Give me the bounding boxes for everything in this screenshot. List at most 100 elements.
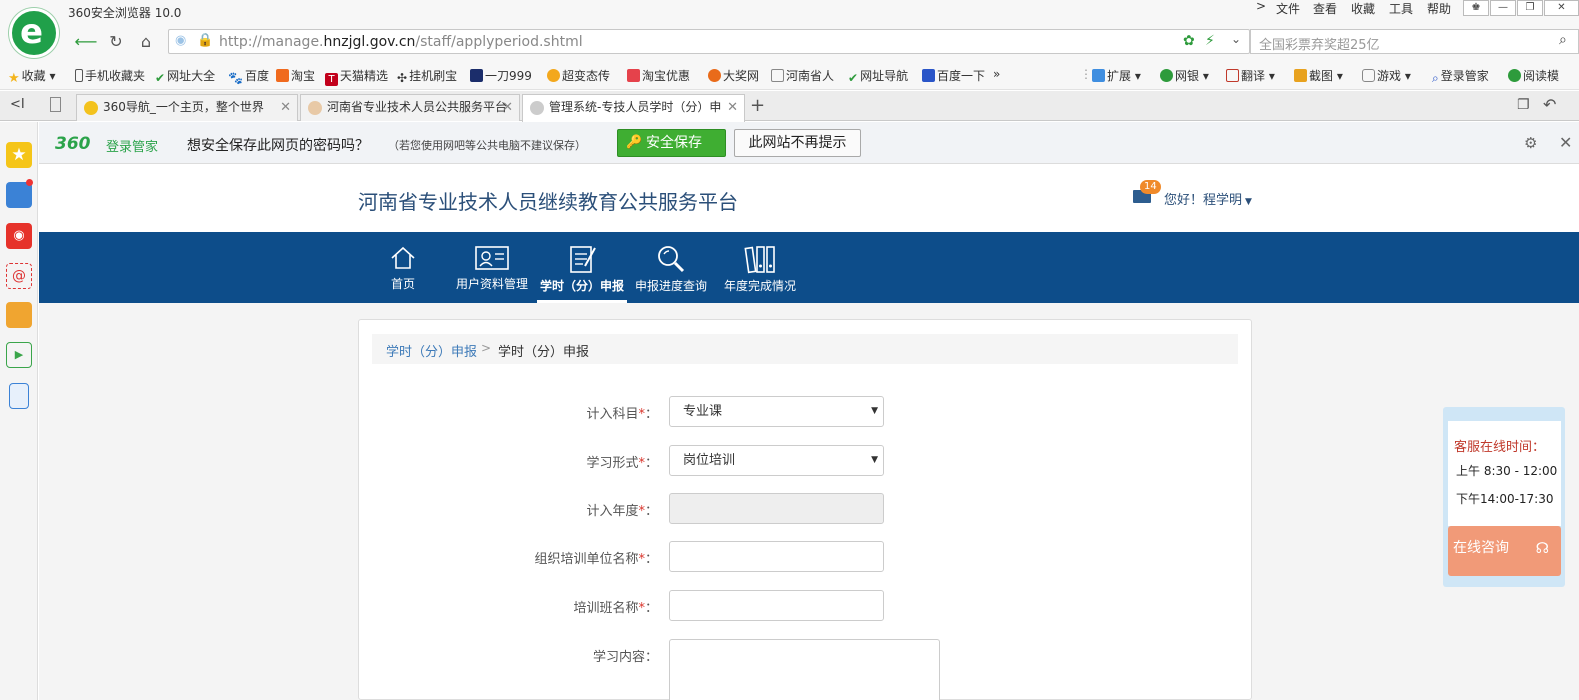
fav-chaobian[interactable]: 超变态传 xyxy=(547,67,610,84)
field-label-content: 学习内容： xyxy=(592,650,658,665)
tool-games[interactable]: 游戏 ▾ xyxy=(1362,67,1411,84)
service-hours-morning: 上午 8:30 - 12:00 xyxy=(1456,464,1558,478)
service-hours-afternoon: 下午14:00-17:30 xyxy=(1456,492,1554,506)
search-placeholder: 全国彩票弃奖超25亿 xyxy=(1259,38,1380,53)
user-menu[interactable]: 您好！程学明 ▼ xyxy=(1164,189,1252,208)
tool-reader[interactable]: 阅读模 xyxy=(1508,67,1559,84)
year-field xyxy=(669,493,884,524)
toolbar-divider: ⋮ xyxy=(1080,67,1092,81)
fav-taobao[interactable]: 淘宝 xyxy=(276,67,315,84)
fav-henan[interactable]: 河南省人 xyxy=(771,67,834,84)
title-bar xyxy=(0,0,1579,26)
weibo-icon[interactable]: ◉ xyxy=(6,223,32,249)
home-nav-icon[interactable]: ⌂ xyxy=(133,31,159,53)
safe-save-button[interactable]: 🔑 安全保存 xyxy=(617,129,726,157)
new-tab-button[interactable]: + xyxy=(750,95,765,116)
never-remind-button[interactable]: 此网站不再提示 xyxy=(734,129,861,157)
speed-icon[interactable]: ✿ xyxy=(1183,33,1195,49)
bookmark-book-icon[interactable] xyxy=(6,302,32,328)
tab-close-icon[interactable]: ✕ xyxy=(502,95,513,120)
insecure-lock-icon[interactable]: 🔒 xyxy=(197,33,213,48)
study-content-textarea[interactable] xyxy=(669,639,940,700)
close-icon[interactable]: ✕ xyxy=(1559,133,1572,152)
browser-logo-icon[interactable]: e xyxy=(9,8,59,58)
skin-icon[interactable]: ♚ xyxy=(1463,0,1489,16)
fav-taobao-deals[interactable]: 淘宝优惠 xyxy=(627,67,690,84)
tv-icon[interactable]: ▶ xyxy=(6,342,32,368)
study-form-select[interactable]: 岗位培训 ▼ xyxy=(669,445,884,476)
menu-tools[interactable]: 工具 xyxy=(1389,0,1413,17)
menu-help[interactable]: 帮助 xyxy=(1427,0,1451,17)
nav-annual-completion[interactable]: 年度完成情况 xyxy=(722,240,798,303)
gear-icon[interactable]: ⚙ xyxy=(1524,134,1537,152)
url-input[interactable]: ◉ 🔒 http://manage.hnzjgl.gov.cn/staff/ap… xyxy=(168,29,1250,54)
fav-collect[interactable]: ★ 收藏 ▾ xyxy=(8,67,56,86)
field-label-study-form: 学习形式*： xyxy=(586,456,658,471)
class-name-input[interactable] xyxy=(669,590,884,621)
field-label-subject: 计入科目*： xyxy=(586,407,658,422)
menu-favorites[interactable]: 收藏 xyxy=(1351,0,1375,17)
fav-yidao[interactable]: 一刀999 xyxy=(470,67,532,84)
subject-select[interactable]: 专业课 ▼ xyxy=(669,396,884,427)
lightning-icon[interactable]: ⚡ xyxy=(1205,33,1215,49)
left-sidebar xyxy=(0,122,38,700)
tab-management-system[interactable]: 管理系统-专技人员学时（分）申 ✕ xyxy=(522,94,745,122)
profile-card-icon xyxy=(475,246,509,270)
nav-user-profile[interactable]: 用户资料管理 xyxy=(454,240,530,303)
fav-lottery[interactable]: 大奖网 xyxy=(708,67,759,84)
tab-close-icon[interactable]: ✕ xyxy=(280,95,291,120)
favorites-star-icon[interactable]: ★ xyxy=(6,142,32,168)
nav-home[interactable]: 首页 xyxy=(383,240,423,303)
breadcrumb-separator: > xyxy=(481,341,492,355)
fav-site-directory[interactable]: ✔ 网址大全 xyxy=(155,67,215,85)
security-dot-icon: ◉ xyxy=(175,33,187,48)
mobile-tab-icon[interactable] xyxy=(50,97,61,112)
fav-tmall[interactable]: T 天猫精选 xyxy=(325,67,388,86)
search-icon[interactable]: ⌕ xyxy=(1559,32,1567,48)
window-close-button[interactable]: ✕ xyxy=(1544,0,1579,16)
nav-progress-query[interactable]: 申报进度查询 xyxy=(633,240,709,303)
chevron-down-icon: ▼ xyxy=(1245,197,1252,207)
select-arrow-icon: ▼ xyxy=(871,406,878,416)
tool-translate[interactable]: 翻译 ▾ xyxy=(1226,67,1275,84)
fav-more-icon[interactable]: » xyxy=(993,67,1000,81)
refresh-icon[interactable]: ↻ xyxy=(103,31,129,53)
paw-icon: 🐾 xyxy=(228,71,243,85)
mail-at-icon[interactable]: @ xyxy=(6,263,32,289)
tab-360-nav[interactable]: 360导航_一个主页，整个世界 ✕ xyxy=(76,94,298,121)
game-icon: ✣ xyxy=(397,71,408,85)
fav-baidu[interactable]: 🐾 百度 xyxy=(228,67,269,85)
menu-file[interactable]: 文件 xyxy=(1276,0,1300,17)
menu-view[interactable]: 查看 xyxy=(1313,0,1337,17)
mail-count-badge[interactable]: 14 xyxy=(1140,180,1161,194)
fav-game-bao[interactable]: ✣ 挂机刷宝 xyxy=(397,67,457,85)
fav-nav[interactable]: ✔ 网址导航 xyxy=(848,67,908,85)
tab-favicon-icon xyxy=(530,101,544,115)
tab-favicon-icon xyxy=(308,101,322,115)
nav-credit-report[interactable]: 学时（分）申报 xyxy=(537,240,627,303)
tool-banking[interactable]: 网银 ▾ xyxy=(1160,67,1209,84)
minimize-button[interactable]: — xyxy=(1490,0,1516,16)
tool-screenshot[interactable]: 截图 ▾ xyxy=(1294,67,1343,84)
collapse-sidebar-icon[interactable]: <I xyxy=(10,97,25,112)
back-icon[interactable]: ⟵ xyxy=(73,31,99,53)
login-manager-label: 登录管家 xyxy=(106,140,159,155)
fav-baidu-search[interactable]: 百度一下 xyxy=(922,67,985,84)
fav-mobile[interactable]: 手机收藏夹 xyxy=(75,67,145,84)
tab-close-icon[interactable]: ✕ xyxy=(727,95,738,120)
online-consult-button[interactable]: 在线咨询 ☊ xyxy=(1448,526,1561,576)
tool-login-manager[interactable]: ⌕ 登录管家 xyxy=(1432,67,1489,86)
undo-close-icon[interactable]: ↶ xyxy=(1543,95,1556,114)
tool-extensions[interactable]: 扩展 ▾ xyxy=(1092,67,1141,84)
maximize-button[interactable]: ❐ xyxy=(1517,0,1543,16)
document-icon[interactable] xyxy=(9,383,29,409)
menu-chevron-icon[interactable]: > xyxy=(1256,0,1266,13)
select-arrow-icon: ▼ xyxy=(871,455,878,465)
news-icon[interactable] xyxy=(6,179,33,208)
restore-tabs-icon[interactable]: ❐ xyxy=(1517,97,1530,113)
org-name-input[interactable] xyxy=(669,541,884,572)
tab-henan-platform[interactable]: 河南省专业技术人员公共服务平台 ✕ xyxy=(300,94,520,121)
breadcrumb-link[interactable]: 学时（分）申报 xyxy=(386,341,477,360)
search-input[interactable]: 全国彩票弃奖超25亿 ⌕ xyxy=(1250,29,1579,54)
url-dropdown-icon[interactable]: ⌄ xyxy=(1231,32,1241,46)
